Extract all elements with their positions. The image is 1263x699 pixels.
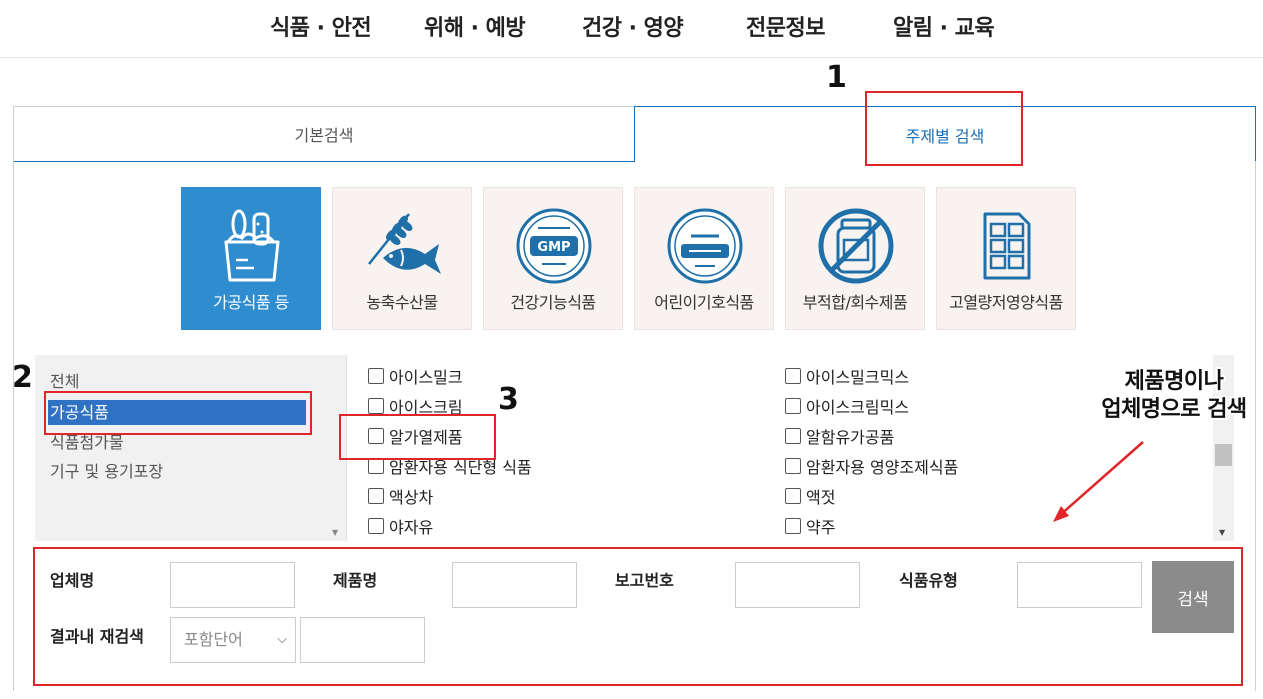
checkbox-icon[interactable] — [368, 488, 384, 504]
gmp-seal-icon: GMP — [516, 208, 592, 284]
category-list-item-containers[interactable]: 기구 및 용기포장 — [48, 459, 306, 484]
checkbox-icon[interactable] — [368, 518, 384, 534]
scroll-down-icon[interactable]: ▼ — [332, 528, 338, 537]
annotation-arrow-icon — [1053, 441, 1144, 522]
nav-item-expert-info[interactable]: 전문정보 — [746, 10, 825, 42]
annotation-note-line: 제품명이나 — [1124, 369, 1224, 394]
chocolate-bar-icon — [983, 212, 1031, 280]
checkbox-icon[interactable] — [785, 428, 801, 444]
checkbox-icon[interactable] — [368, 398, 384, 414]
food-type-checkbox[interactable]: 액젓 — [785, 484, 835, 508]
food-type-checkbox[interactable]: 아이스밀크믹스 — [785, 364, 909, 388]
category-list[interactable]: 전체 가공식품 식품첨가물 기구 및 용기포장 ▼ — [35, 355, 346, 541]
kids-food-seal-icon — [667, 208, 743, 284]
checkbox-icon[interactable] — [785, 368, 801, 384]
annotation-number-2: 2 — [12, 360, 33, 395]
food-type-checkbox[interactable]: 암환자용 영양조제식품 — [785, 454, 958, 478]
checkbox-icon[interactable] — [368, 458, 384, 474]
category-tile-kids-food[interactable]: 어린이기호식품 — [634, 187, 774, 330]
food-type-checkbox[interactable]: 아이스크림믹스 — [785, 394, 909, 418]
scroll-down-icon[interactable]: ▼ — [1219, 528, 1225, 537]
category-tile-label: 고열량저영양식품 — [949, 293, 1063, 312]
prohibited-jar-icon — [818, 208, 894, 284]
food-type-checkbox[interactable]: 약주 — [785, 514, 835, 538]
category-tile-processed-food[interactable]: 가공식품 등 — [181, 187, 321, 330]
annotation-number-1: 1 — [826, 60, 847, 95]
annotation-box-1 — [865, 91, 1023, 166]
fish-wheat-icon — [368, 213, 441, 274]
annotation-note: 제품명이나 업체명으로 검색 — [1085, 368, 1263, 424]
annotation-note-line: 업체명으로 검색 — [1101, 397, 1247, 422]
food-type-label: 아이스크림믹스 — [806, 398, 910, 417]
food-type-label: 암환자용 영양조제식품 — [806, 458, 959, 477]
checkbox-icon[interactable] — [785, 398, 801, 414]
checkbox-icon[interactable] — [785, 488, 801, 504]
food-type-label: 액젓 — [806, 488, 836, 507]
category-tile-label: 어린이기호식품 — [654, 293, 754, 312]
category-tile-label: 가공식품 등 — [213, 293, 289, 312]
food-type-label: 아이스밀크믹스 — [806, 368, 910, 387]
category-tile-recall[interactable]: 부적합/회수제품 — [785, 187, 925, 330]
food-type-label: 알함유가공품 — [806, 428, 895, 447]
annotation-box-2 — [44, 391, 312, 435]
food-type-label: 액상차 — [389, 488, 434, 507]
category-tile-label: 부적합/회수제품 — [802, 293, 908, 312]
food-type-checkbox[interactable]: 액상차 — [368, 484, 433, 508]
checkbox-icon[interactable] — [368, 368, 384, 384]
food-type-checkbox[interactable]: 알함유가공품 — [785, 424, 894, 448]
checkbox-icon[interactable] — [785, 458, 801, 474]
nav-item-notice-education[interactable]: 알림 · 교육 — [893, 10, 995, 42]
nav-item-hazard-prevention[interactable]: 위해 · 예방 — [424, 10, 526, 42]
food-type-label: 아이스밀크 — [389, 368, 463, 387]
checkbox-icon[interactable] — [785, 518, 801, 534]
food-type-checkbox[interactable]: 야자유 — [368, 514, 433, 538]
tab-basic-search[interactable]: 기본검색 — [13, 106, 635, 162]
food-type-label: 약주 — [806, 518, 836, 537]
search-tabs: 기본검색 주제별 검색 — [13, 106, 1256, 162]
category-tile-label: 농축수산물 — [366, 293, 438, 312]
category-tile-label: 건강기능식품 — [510, 293, 596, 312]
food-type-label: 야자유 — [389, 518, 434, 537]
nav-item-health-nutrition[interactable]: 건강 · 영양 — [582, 10, 684, 42]
top-navigation: 식품 · 안전 위해 · 예방 건강 · 영양 전문정보 알림 · 교육 — [0, 0, 1263, 58]
scrollbar-thumb[interactable] — [1215, 444, 1232, 466]
annotation-box-search-form — [33, 547, 1243, 686]
nav-item-food-safety[interactable]: 식품 · 안전 — [270, 10, 372, 42]
annotation-box-3 — [339, 414, 496, 460]
category-tile-agri-fishery[interactable]: 농축수산물 — [332, 187, 472, 330]
svg-text:GMP: GMP — [537, 240, 570, 255]
grocery-bag-icon — [224, 209, 280, 282]
food-type-checkbox[interactable]: 아이스밀크 — [368, 364, 463, 388]
category-tile-health-functional[interactable]: GMP 건강기능식품 — [483, 187, 623, 330]
category-tile-high-calorie[interactable]: 고열량저영양식품 — [936, 187, 1076, 330]
annotation-number-3: 3 — [498, 382, 519, 417]
